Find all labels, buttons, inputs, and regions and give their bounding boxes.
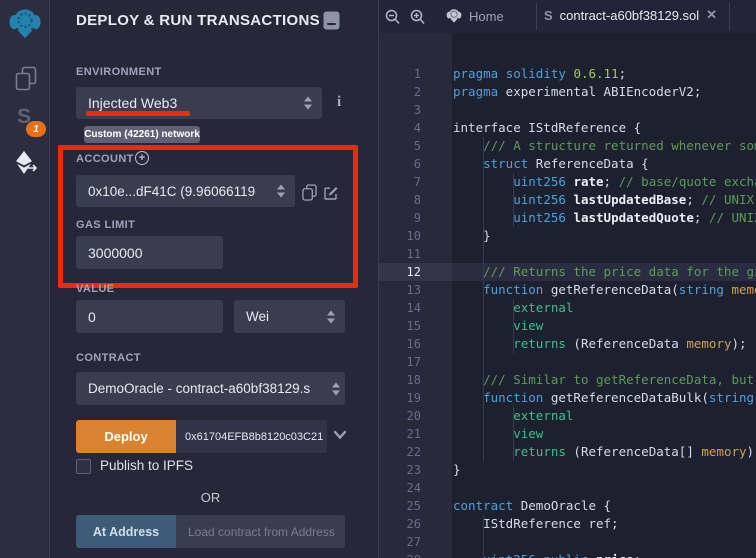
select-stepper-icon <box>277 185 286 198</box>
or-divider-label: OR <box>76 490 345 505</box>
value-unit-select[interactable]: Wei <box>234 300 345 333</box>
gas-limit-value: 3000000 <box>88 245 143 261</box>
environment-select[interactable]: Injected Web3 <box>76 87 322 119</box>
publish-ipfs-label: Publish to IPFS <box>100 458 193 473</box>
code-line: /// Returns the price data for the given… <box>452 263 756 281</box>
account-select[interactable]: 0x10e...dF41C (9.96066119 <box>76 175 295 207</box>
file-explorer-icon[interactable] <box>14 65 37 92</box>
icon-rail: S 1 <box>0 0 50 558</box>
value-unit: Wei <box>246 309 269 324</box>
code-line: external <box>452 407 573 425</box>
select-stepper-icon <box>327 310 336 323</box>
remix-ide-window: S 1 DEPLOY & RUN TRANSACTIONS ENVIRONMEN… <box>0 0 756 558</box>
code-line: } <box>452 461 461 479</box>
gas-limit-label: GAS LIMIT <box>76 219 135 231</box>
book-glyph <box>323 11 340 30</box>
code-lines[interactable]: pragma solidity 0.6.11;pragma experiment… <box>379 0 756 558</box>
code-line: returns (ReferenceData[] memory); <box>452 443 756 461</box>
deploy-run-panel: DEPLOY & RUN TRANSACTIONS ENVIRONMENT In… <box>51 0 378 558</box>
compiler-badge: 1 <box>26 121 46 137</box>
code-line: pragma solidity 0.6.11; <box>452 65 626 83</box>
code-line: uint256 public price; <box>452 551 641 558</box>
code-line: interface IStdReference { <box>452 119 641 137</box>
select-stepper-icon <box>304 97 313 110</box>
publish-ipfs-checkbox[interactable] <box>76 459 91 474</box>
at-address-input[interactable]: Load contract from Address <box>176 515 345 548</box>
panel-title: DEPLOY & RUN TRANSACTIONS <box>76 12 320 29</box>
gas-limit-input[interactable]: 3000000 <box>76 236 223 269</box>
code-line: } <box>452 227 491 245</box>
value-input[interactable]: 0 <box>76 300 223 333</box>
deploy-address-value: 0x61704EFB8b8120c03C21 <box>185 431 323 443</box>
select-stepper-icon <box>332 382 341 395</box>
deploy-button[interactable]: Deploy <box>76 420 176 453</box>
code-line: view <box>452 317 543 335</box>
at-address-button[interactable]: At Address <box>76 515 176 548</box>
deploy-run-icon[interactable] <box>11 149 38 176</box>
code-line: pragma experimental ABIEncoderV2; <box>452 83 701 101</box>
contract-value: DemoOracle - contract-a60bf38129.s <box>88 381 310 396</box>
value-amount: 0 <box>88 309 96 325</box>
code-line: /// A structure returned whenever someon… <box>452 137 756 155</box>
files-glyph <box>15 66 37 92</box>
environment-label: ENVIRONMENT <box>76 66 162 78</box>
chevron-down-icon[interactable] <box>333 428 347 446</box>
chevron-glyph <box>333 429 347 441</box>
deploy-button-label: Deploy <box>104 429 147 444</box>
code-line: function getReferenceDataBulk(string[] m… <box>452 389 756 407</box>
code-line: contract DemoOracle { <box>452 497 611 515</box>
copy-address-icon[interactable] <box>302 184 317 206</box>
ethereum-arrow-glyph <box>12 150 38 176</box>
remix-logo <box>8 7 42 41</box>
account-value: 0x10e...dF41C (9.96066119 <box>88 184 255 199</box>
contract-select[interactable]: DemoOracle - contract-a60bf38129.s <box>76 372 345 405</box>
add-account-icon[interactable]: + <box>135 151 149 165</box>
deploy-address-input[interactable]: 0x61704EFB8b8120c03C21 <box>176 420 327 453</box>
network-badge: Custom (42261) network <box>84 126 200 143</box>
code-line: external <box>452 299 573 317</box>
code-line: view <box>452 425 543 443</box>
account-label: ACCOUNT <box>76 153 134 165</box>
edit-account-icon[interactable] <box>323 185 339 206</box>
pencil-square-glyph <box>323 185 339 201</box>
code-line: uint256 lastUpdatedQuote; // UNIX epoch … <box>452 209 756 227</box>
environment-info-icon[interactable]: i <box>337 94 341 111</box>
at-address-placeholder: Load contract from Address <box>188 525 335 539</box>
remix-logo-icon[interactable] <box>8 7 42 41</box>
environment-value: Injected Web3 <box>88 95 177 111</box>
at-address-button-label: At Address <box>93 525 159 539</box>
documentation-icon[interactable] <box>323 11 340 35</box>
code-line: uint256 rate; // base/quote exchange rat… <box>452 173 756 191</box>
contract-label: CONTRACT <box>76 352 141 364</box>
copy-glyph <box>302 184 317 201</box>
code-line: /// Similar to getReferenceData, but wit… <box>452 371 756 389</box>
code-line: IStdReference ref; <box>452 515 619 533</box>
code-editor: Home S contract-a60bf38129.sol ✕ 1234567… <box>378 0 756 558</box>
annotation-underline <box>86 111 190 116</box>
value-label: VALUE <box>76 283 114 295</box>
code-line: uint256 lastUpdatedBase; // UNIX epoch o… <box>452 191 756 209</box>
code-line: function getReferenceData(string memory … <box>452 281 756 299</box>
code-line: returns (ReferenceData memory); <box>452 335 747 353</box>
code-line: struct ReferenceData { <box>452 155 649 173</box>
